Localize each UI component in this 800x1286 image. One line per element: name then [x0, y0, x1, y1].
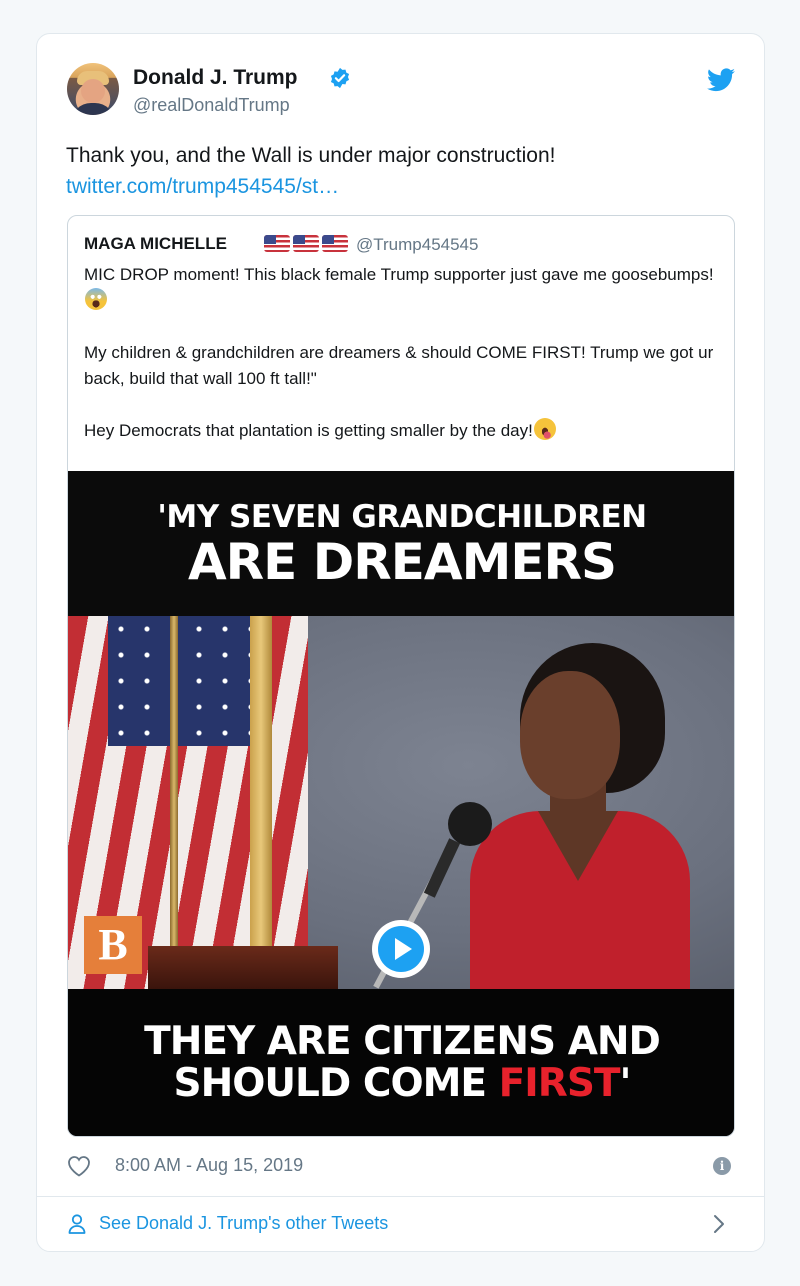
- person-icon: [68, 1214, 86, 1234]
- caption-top-line-2: ARE DREAMERS: [187, 533, 617, 591]
- speaker-neckline: [538, 811, 618, 881]
- speaker-face: [520, 671, 620, 799]
- tweet-text: Thank you, and the Wall is under major c…: [66, 144, 556, 167]
- info-icon[interactable]: i: [713, 1157, 731, 1175]
- see-other-tweets-label: See Donald J. Trump's other Tweets: [99, 1213, 389, 1233]
- breitbart-logo: B: [84, 916, 142, 974]
- quoted-author-flags: [264, 235, 348, 253]
- avatar-face: [81, 79, 105, 103]
- twitter-bird-icon[interactable]: [707, 68, 735, 92]
- quoted-paragraph-1: MIC DROP moment! This black female Trump…: [84, 265, 714, 284]
- quoted-author-name: MAGA MICHELLE: [84, 234, 227, 253]
- avatar-suit: [71, 103, 115, 115]
- caption-bottom-end: ': [619, 1061, 632, 1106]
- microphone-head: [448, 802, 492, 846]
- verified-badge-icon: [330, 67, 350, 89]
- microphone-body: [423, 838, 461, 898]
- tongue-wink-emoji: [533, 418, 556, 440]
- embedded-tweet-card: Donald J. Trump @realDonaldTrump Thank y…: [36, 33, 765, 1252]
- video-thumbnail: B: [68, 616, 734, 989]
- play-button[interactable]: [372, 920, 430, 978]
- us-flag-emoji: [293, 235, 319, 252]
- caption-bottom-red: FIRST: [498, 1061, 621, 1106]
- chevron-right-icon: [714, 1215, 724, 1233]
- quoted-paragraph-2: My children & grandchildren are dreamers…: [84, 343, 714, 388]
- caption-bottom-line-1: THEY ARE CITIZENS AND: [144, 1019, 661, 1064]
- quoted-author-handle: @Trump454545: [356, 235, 479, 254]
- flag-canton: [108, 616, 258, 746]
- podium: [148, 946, 338, 989]
- quoted-tweet-text: MIC DROP moment! This black female Trump…: [84, 262, 724, 444]
- see-other-tweets-link[interactable]: See Donald J. Trump's other Tweets: [37, 1197, 764, 1252]
- quoted-paragraph-3: Hey Democrats that plantation is getting…: [84, 421, 533, 440]
- flag-pole: [170, 616, 178, 989]
- author-handle[interactable]: @realDonaldTrump: [133, 95, 290, 116]
- caption-bottom-white: SHOULD COME: [173, 1061, 499, 1106]
- author-name[interactable]: Donald J. Trump: [133, 66, 298, 90]
- video-caption-bottom: THEY ARE CITIZENS AND SHOULD COME FIRST': [68, 989, 734, 1136]
- video-caption-top: 'MY SEVEN GRANDCHILDREN ARE DREAMERS: [68, 471, 734, 616]
- video-player[interactable]: 'MY SEVEN GRANDCHILDREN ARE DREAMERS B T…: [68, 471, 734, 1136]
- heart-icon[interactable]: [67, 1155, 91, 1177]
- play-icon: [378, 926, 424, 972]
- quoted-tweet[interactable]: MAGA MICHELLE @Trump454545 MIC DROP mome…: [67, 215, 735, 1137]
- caption-bottom-line-2: SHOULD COME FIRST': [68, 1061, 734, 1106]
- author-avatar[interactable]: [67, 63, 119, 115]
- flag-fringe: [250, 616, 272, 989]
- scream-emoji: [85, 288, 107, 310]
- caption-top-line-1: 'MY SEVEN GRANDCHILDREN: [157, 499, 647, 535]
- us-flag-emoji: [322, 235, 348, 252]
- us-flag-emoji: [264, 235, 290, 252]
- tweet-timestamp[interactable]: 8:00 AM - Aug 15, 2019: [115, 1155, 303, 1176]
- tweet-link[interactable]: twitter.com/trump454545/st…: [66, 172, 339, 202]
